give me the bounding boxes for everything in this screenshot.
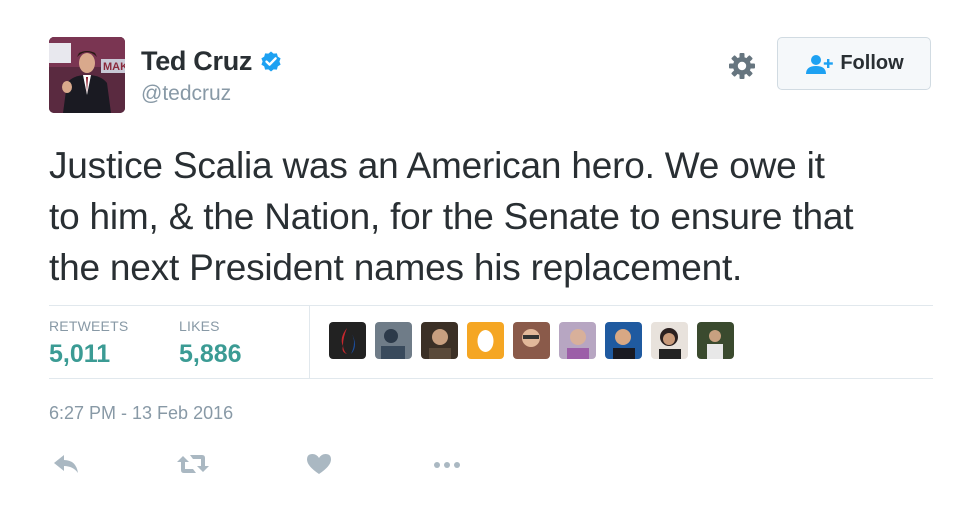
liker-avatar-flame-logo[interactable] [329,322,366,359]
likes-label: LIKES [179,318,220,334]
retweets-count: 5,011 [49,340,111,368]
tweet-timestamp[interactable]: 6:27 PM - 13 Feb 2016 [49,403,233,424]
reply-icon[interactable] [52,452,80,476]
retweets-stat[interactable]: RETWEETS 5,011 [49,318,128,369]
likes-count: 5,886 [179,340,242,368]
divider [309,306,310,378]
liker-avatar-default-egg[interactable] [467,322,504,359]
liker-avatar-person[interactable] [421,322,458,359]
liker-avatar-person[interactable] [375,322,412,359]
more-icon[interactable] [432,452,462,476]
follow-button-label: Follow [840,52,904,74]
gear-icon[interactable] [727,51,757,81]
tweet-text-line: to him, & the Nation, for the Senate to … [49,196,854,237]
user-handle[interactable]: @tedcruz [141,82,231,106]
profile-avatar[interactable]: MAK [49,37,125,113]
liker-avatar-person[interactable] [559,322,596,359]
tweet-text: Justice Scalia was an American hero. We … [49,140,949,293]
liker-avatar-person[interactable] [605,322,642,359]
likers-list [329,322,743,359]
tweet-text-line: the next President names his replacement… [49,247,743,288]
avatar-sign-text: MAK [103,61,125,73]
likes-stat[interactable]: LIKES 5,886 [179,318,242,369]
liker-avatar-person[interactable] [697,322,734,359]
liker-avatar-person[interactable] [513,322,550,359]
like-heart-icon[interactable] [306,452,332,476]
follow-button[interactable]: Follow [777,37,931,90]
liker-avatar-person[interactable] [651,322,688,359]
follow-person-icon [806,54,834,74]
tweet-text-line: Justice Scalia was an American hero. We … [49,145,825,186]
verified-badge-icon [261,51,281,71]
user-name-row[interactable]: Ted Cruz [141,46,283,77]
divider [49,378,933,379]
retweet-icon[interactable] [176,452,210,476]
user-fullname[interactable]: Ted Cruz [141,46,252,77]
divider [49,305,933,306]
retweets-label: RETWEETS [49,318,129,334]
